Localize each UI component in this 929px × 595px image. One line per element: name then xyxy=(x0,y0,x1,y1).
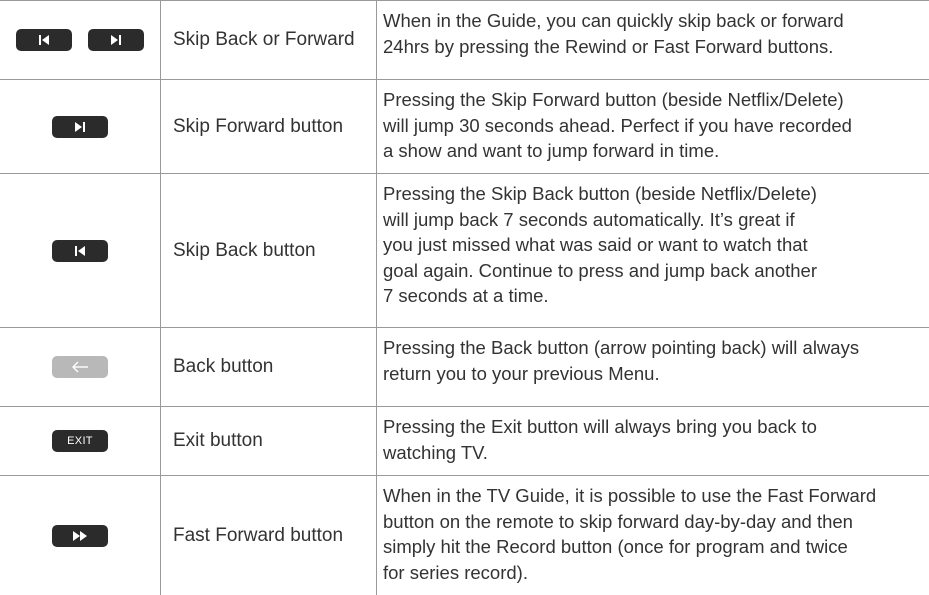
button-name: Fast Forward button xyxy=(160,476,376,595)
description-line: Pressing the Skip Forward button (beside… xyxy=(383,89,844,110)
description-line: button on the remote to skip forward day… xyxy=(383,510,853,532)
table-row: Fast Forward button When in the TV Guide… xyxy=(0,475,929,595)
description-line: simply hit the Record button (once for p… xyxy=(383,536,848,557)
skip-forward-icon xyxy=(52,115,108,138)
exit-icon: EXIT xyxy=(52,430,108,452)
button-icon-cell: EXIT xyxy=(0,407,160,475)
button-description: When in the Guide, you can quickly skip … xyxy=(376,1,929,79)
description-line: goal again. Continue to press and jump b… xyxy=(383,259,818,281)
description-line: return you to your previous Menu. xyxy=(383,362,660,384)
description-line: Pressing the Exit button will always bri… xyxy=(383,416,817,437)
table-row: EXIT Exit button Pressing the Exit butto… xyxy=(0,406,929,475)
description-line: for series record). xyxy=(383,561,528,583)
fast-forward-icon xyxy=(52,524,108,547)
button-icon-cell xyxy=(0,80,160,173)
description-line: you just missed what was said or want to… xyxy=(383,234,808,255)
description-line: will jump 30 seconds ahead. Perfect if y… xyxy=(383,114,852,136)
description-line: will jump back 7 seconds automatically. … xyxy=(383,208,795,230)
skip-forward-icon xyxy=(88,29,144,51)
button-description: Pressing the Skip Back button (beside Ne… xyxy=(376,174,929,327)
description-line: 24hrs by pressing the Rewind or Fast For… xyxy=(383,35,834,57)
remote-buttons-table: Skip Back or Forward When in the Guide, … xyxy=(0,0,929,595)
table-row: Skip Forward button Pressing the Skip Fo… xyxy=(0,79,929,173)
button-description: Pressing the Back button (arrow pointing… xyxy=(376,328,929,406)
button-icon-cell xyxy=(0,1,160,79)
description-line: Pressing the Skip Back button (beside Ne… xyxy=(383,183,817,204)
skip-back-icon xyxy=(16,29,72,51)
button-description: When in the TV Guide, it is possible to … xyxy=(376,476,929,595)
button-name: Exit button xyxy=(160,407,376,475)
button-icon-cell xyxy=(0,328,160,406)
description-line: 7 seconds at a time. xyxy=(383,285,549,306)
back-arrow-icon xyxy=(52,356,108,378)
button-icon-cell xyxy=(0,476,160,595)
exit-icon-label: EXIT xyxy=(67,435,93,447)
description-line: a show and want to jump forward in time. xyxy=(383,140,720,161)
button-name: Back button xyxy=(160,328,376,406)
table-row: Back button Pressing the Back button (ar… xyxy=(0,327,929,406)
table-row: Skip Back button Pressing the Skip Back … xyxy=(0,173,929,327)
button-name: Skip Forward button xyxy=(160,80,376,173)
description-line: watching TV. xyxy=(383,441,488,463)
button-description: Pressing the Skip Forward button (beside… xyxy=(376,80,929,173)
description-line: When in the TV Guide, it is possible to … xyxy=(383,485,877,506)
button-name: Skip Back or Forward xyxy=(160,1,376,79)
description-line: When in the Guide, you can quickly skip … xyxy=(383,10,844,31)
table-row: Skip Back or Forward When in the Guide, … xyxy=(0,0,929,79)
description-line: Pressing the Back button (arrow pointing… xyxy=(383,337,860,358)
skip-back-icon xyxy=(52,239,108,262)
button-description: Pressing the Exit button will always bri… xyxy=(376,407,929,475)
button-icon-cell xyxy=(0,174,160,327)
button-name: Skip Back button xyxy=(160,174,376,327)
